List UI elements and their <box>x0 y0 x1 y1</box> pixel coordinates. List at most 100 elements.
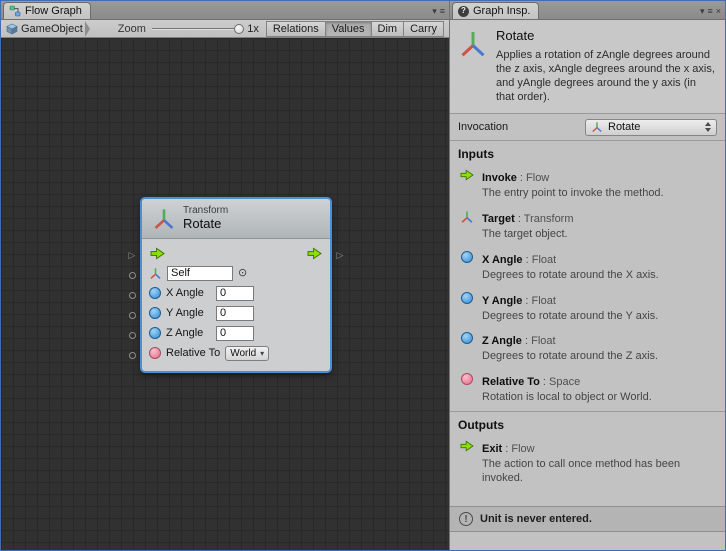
right-tab-menu: ▾ ≡ × <box>700 7 725 19</box>
flow-icon <box>460 169 474 181</box>
warning-text: Unit is never entered. <box>480 513 592 525</box>
port-description: The target object. <box>482 228 574 242</box>
input-item-target: TargetTransform The target object. <box>450 207 725 248</box>
port-type: Flow <box>517 172 549 184</box>
breadcrumb-chevron-icon <box>85 21 90 37</box>
outputs-header: Outputs <box>450 411 725 437</box>
right-tabstrip: ? Graph Insp. ▾ ≡ × <box>450 1 725 20</box>
invocation-value: Rotate <box>608 121 640 133</box>
rotate-node-header[interactable]: Transform Rotate <box>142 199 330 239</box>
rotate-node-body: ⊙ X Angle Y Angle <box>142 239 330 371</box>
relations-button[interactable]: Relations <box>266 21 326 37</box>
float-port-icon <box>149 287 161 299</box>
graph-canvas[interactable]: ▷ Transform <box>1 38 449 550</box>
x-angle-port[interactable] <box>129 292 136 299</box>
invocation-label: Invocation <box>458 121 508 133</box>
port-description: Degrees to rotate around the Y axis. <box>482 310 658 324</box>
transform-mini-icon <box>591 121 603 133</box>
port-description: The entry point to invoke the method. <box>482 187 664 201</box>
object-picker-icon[interactable]: ⊙ <box>238 268 247 279</box>
tab-flow-graph-label: Flow Graph <box>25 5 82 17</box>
relative-to-port[interactable] <box>129 352 136 359</box>
space-icon <box>461 373 473 385</box>
dim-button[interactable]: Dim <box>371 21 405 37</box>
port-type: Float <box>522 335 556 347</box>
port-description: Degrees to rotate around the X axis. <box>482 269 659 283</box>
y-angle-input[interactable] <box>216 306 254 321</box>
rotate-node[interactable]: Transform Rotate <box>141 198 331 372</box>
gameobject-icon <box>6 23 18 35</box>
inspector-description: Applies a rotation of zAngle degrees aro… <box>496 48 717 104</box>
invocation-row: Invocation Rotate <box>450 114 725 141</box>
transform-icon <box>152 207 176 231</box>
float-port-icon <box>149 327 161 339</box>
y-angle-port[interactable] <box>129 312 136 319</box>
flow-icon <box>460 440 474 452</box>
input-item-z-angle: Z AngleFloat Degrees to rotate around th… <box>450 329 725 370</box>
output-item-exit: ExitFlow The action to call once method … <box>450 437 725 492</box>
breadcrumb-label: GameObject <box>21 23 83 35</box>
port-name: Y Angle <box>482 295 522 307</box>
tab-menu-icon[interactable]: ≡ <box>440 7 445 16</box>
port-name: Relative To <box>482 376 540 388</box>
relative-to-label: Relative To <box>166 347 220 359</box>
port-type: Flow <box>502 443 534 455</box>
z-angle-label: Z Angle <box>166 327 211 339</box>
flow-graph-icon <box>9 5 21 17</box>
port-description: The action to call once method has been … <box>482 458 717 486</box>
tab-flow-graph[interactable]: Flow Graph <box>3 2 91 19</box>
z-angle-port[interactable] <box>129 332 136 339</box>
port-name: Target <box>482 213 515 225</box>
close-icon[interactable]: × <box>716 7 721 16</box>
carry-button[interactable]: Carry <box>403 21 444 37</box>
breadcrumb[interactable]: GameObject <box>3 21 85 37</box>
flow-input-port[interactable]: ▷ <box>129 251 136 260</box>
relative-to-value: World <box>230 348 256 359</box>
node-input-ports: ▷ <box>123 198 141 365</box>
zoom-slider[interactable] <box>152 22 241 36</box>
port-description: Degrees to rotate around the Z axis. <box>482 350 658 364</box>
x-angle-label: X Angle <box>166 287 211 299</box>
flow-out-arrow-icon[interactable] <box>307 247 322 260</box>
node-output-ports: ▷ <box>331 198 349 265</box>
space-port-icon <box>149 347 161 359</box>
popup-arrows-icon <box>705 122 711 132</box>
tab-dropdown-icon[interactable]: ▾ <box>432 7 437 16</box>
y-angle-label: Y Angle <box>166 307 211 319</box>
zoom-slider-handle[interactable] <box>234 24 244 34</box>
z-angle-input[interactable] <box>216 326 254 341</box>
relative-to-dropdown[interactable]: World ▾ <box>225 346 269 361</box>
tab-graph-inspector[interactable]: ? Graph Insp. <box>452 2 539 19</box>
input-item-invoke: InvokeFlow The entry point to invoke the… <box>450 166 725 207</box>
port-name: X Angle <box>482 254 523 266</box>
port-name: Invoke <box>482 172 517 184</box>
tab-dropdown-icon[interactable]: ▾ <box>700 7 705 16</box>
float-icon <box>461 332 473 344</box>
input-item-x-angle: X AngleFloat Degrees to rotate around th… <box>450 248 725 289</box>
flow-output-port[interactable]: ▷ <box>337 251 344 260</box>
tab-graph-inspector-label: Graph Insp. <box>473 5 530 17</box>
zoom-label: Zoom <box>118 23 146 35</box>
x-angle-input[interactable] <box>216 286 254 301</box>
tab-menu-icon[interactable]: ≡ <box>707 7 712 16</box>
self-field[interactable] <box>167 266 233 281</box>
values-button[interactable]: Values <box>325 21 372 37</box>
port-type: Float <box>523 254 557 266</box>
transform-icon <box>460 210 474 224</box>
flow-in-arrow-icon[interactable] <box>150 247 165 260</box>
flow-graph-toolbar: GameObject Zoom 1x Relations Values Dim … <box>1 20 449 38</box>
port-name: Z Angle <box>482 335 522 347</box>
port-name: Exit <box>482 443 502 455</box>
inputs-header: Inputs <box>450 141 725 166</box>
port-type: Transform <box>515 213 574 225</box>
target-port[interactable] <box>129 272 136 279</box>
chevron-down-icon: ▾ <box>260 349 264 358</box>
invocation-dropdown[interactable]: Rotate <box>585 119 717 136</box>
node-title: Rotate <box>183 217 228 232</box>
float-port-icon <box>149 307 161 319</box>
transform-mini-icon <box>149 267 162 280</box>
left-tab-menu: ▾ ≡ <box>432 7 449 19</box>
transform-icon <box>458 29 488 59</box>
flow-graph-window: Flow Graph ▾ ≡ GameObject Zoom <box>0 0 726 551</box>
zoom-slider-track <box>152 28 241 30</box>
